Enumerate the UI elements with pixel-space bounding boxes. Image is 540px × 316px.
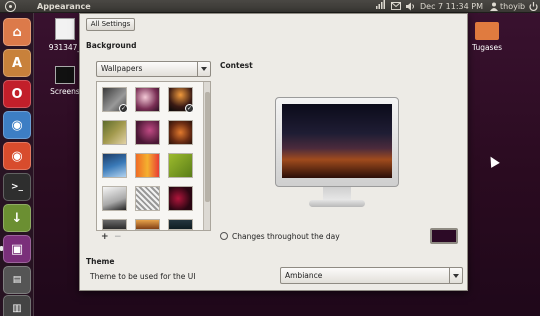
wallpaper-thumb[interactable]: [168, 219, 193, 230]
appearance-icon[interactable]: ▣: [3, 235, 31, 263]
app-title: Appearance: [37, 2, 91, 11]
user-name[interactable]: thoyib: [500, 0, 525, 13]
changes-label: Changes throughout the day: [232, 232, 340, 241]
changes-info: Changes throughout the day: [220, 232, 340, 241]
chevron-down-icon: [449, 268, 462, 283]
home-folder-icon[interactable]: ⌂: [3, 18, 31, 46]
desktop-icon-label: 931347_: [48, 43, 82, 52]
wallpaper-thumb[interactable]: ✓: [102, 87, 128, 113]
top-panel: Appearance Dec 7 11:34 PM thoyib: [0, 0, 540, 13]
clock[interactable]: Dec 7 11:34 PM: [420, 0, 483, 13]
installer-icon[interactable]: ↓: [3, 204, 31, 232]
selected-check-icon: ✓: [119, 104, 128, 113]
theme-heading: Theme: [86, 257, 115, 266]
desktop-folder-icon[interactable]: Tugases: [470, 22, 504, 52]
background-heading: Background: [86, 41, 137, 50]
wallpaper-thumb[interactable]: [102, 120, 127, 145]
desktop-file-icon[interactable]: 931347_: [48, 18, 82, 52]
user-icon[interactable]: [490, 0, 498, 15]
network-icon[interactable]: [376, 0, 385, 13]
monitor-base: [309, 200, 365, 207]
chromium-icon[interactable]: ◉: [3, 111, 31, 139]
dash-icon[interactable]: [5, 1, 16, 12]
wallpaper-thumb[interactable]: [135, 87, 160, 112]
thumbnail-scrollbar[interactable]: [203, 82, 210, 230]
wallpaper-thumb[interactable]: [168, 153, 193, 178]
desktop-icon-label: Tugases: [472, 43, 502, 52]
wallpaper-mode-value: Wallpapers: [101, 64, 143, 73]
mail-icon[interactable]: [391, 0, 401, 14]
clock-icon: [220, 232, 228, 240]
theme-label: Theme to be used for the UI: [90, 272, 196, 281]
terminal-icon[interactable]: >_: [3, 173, 31, 201]
running-indicator: [0, 246, 3, 251]
wallpaper-thumb[interactable]: [135, 219, 160, 230]
scrollbar-handle[interactable]: [205, 92, 210, 202]
wallpaper-thumb[interactable]: [168, 186, 193, 211]
monitor-stand: [323, 187, 351, 201]
wallpaper-thumb[interactable]: [102, 186, 127, 211]
add-wallpaper-button[interactable]: +: [101, 232, 109, 242]
software-center-icon[interactable]: A: [3, 49, 31, 77]
wallpaper-thumb[interactable]: [102, 153, 127, 178]
wallpaper-thumb[interactable]: [135, 186, 160, 211]
launcher: ⌂ A O ◉ ◉ >_ ↓ ▣ ▤ ▥: [0, 13, 34, 316]
all-settings-button[interactable]: All Settings: [86, 18, 135, 31]
remove-wallpaper-button[interactable]: −: [114, 232, 122, 242]
wallpaper-thumb[interactable]: [102, 219, 127, 230]
theme-value: Ambiance: [285, 271, 323, 280]
wallpaper-thumb[interactable]: [168, 120, 193, 145]
opera-icon[interactable]: O: [3, 80, 31, 108]
chrome-icon[interactable]: ◉: [3, 142, 31, 170]
wallpaper-thumb[interactable]: [135, 120, 160, 145]
wallpaper-preview: [282, 104, 392, 178]
background-color-button[interactable]: [430, 228, 458, 244]
chevron-down-icon: [197, 62, 210, 76]
system-monitor-icon[interactable]: ▤: [3, 266, 31, 294]
power-icon[interactable]: [529, 0, 538, 15]
wallpaper-name: Contest: [220, 61, 253, 70]
wallpaper-thumb[interactable]: ✓: [168, 87, 194, 113]
desktop-screenshot-icon[interactable]: Screens: [48, 66, 82, 96]
trash-icon[interactable]: ▥: [3, 295, 31, 316]
wallpaper-mode-select[interactable]: Wallpapers: [96, 61, 211, 77]
wallpaper-preview-monitor: [275, 97, 399, 187]
theme-select[interactable]: Ambiance: [280, 267, 463, 284]
wallpaper-thumb[interactable]: [135, 153, 160, 178]
selected-check-icon: ✓: [185, 104, 194, 113]
desktop-icon-label: Screens: [50, 87, 80, 96]
wallpaper-toolbar: + −: [96, 232, 211, 244]
appearance-dialog: All Settings Background Wallpapers ✓ ✓ +…: [79, 13, 468, 291]
wallpaper-thumbnails: ✓ ✓: [96, 81, 211, 231]
